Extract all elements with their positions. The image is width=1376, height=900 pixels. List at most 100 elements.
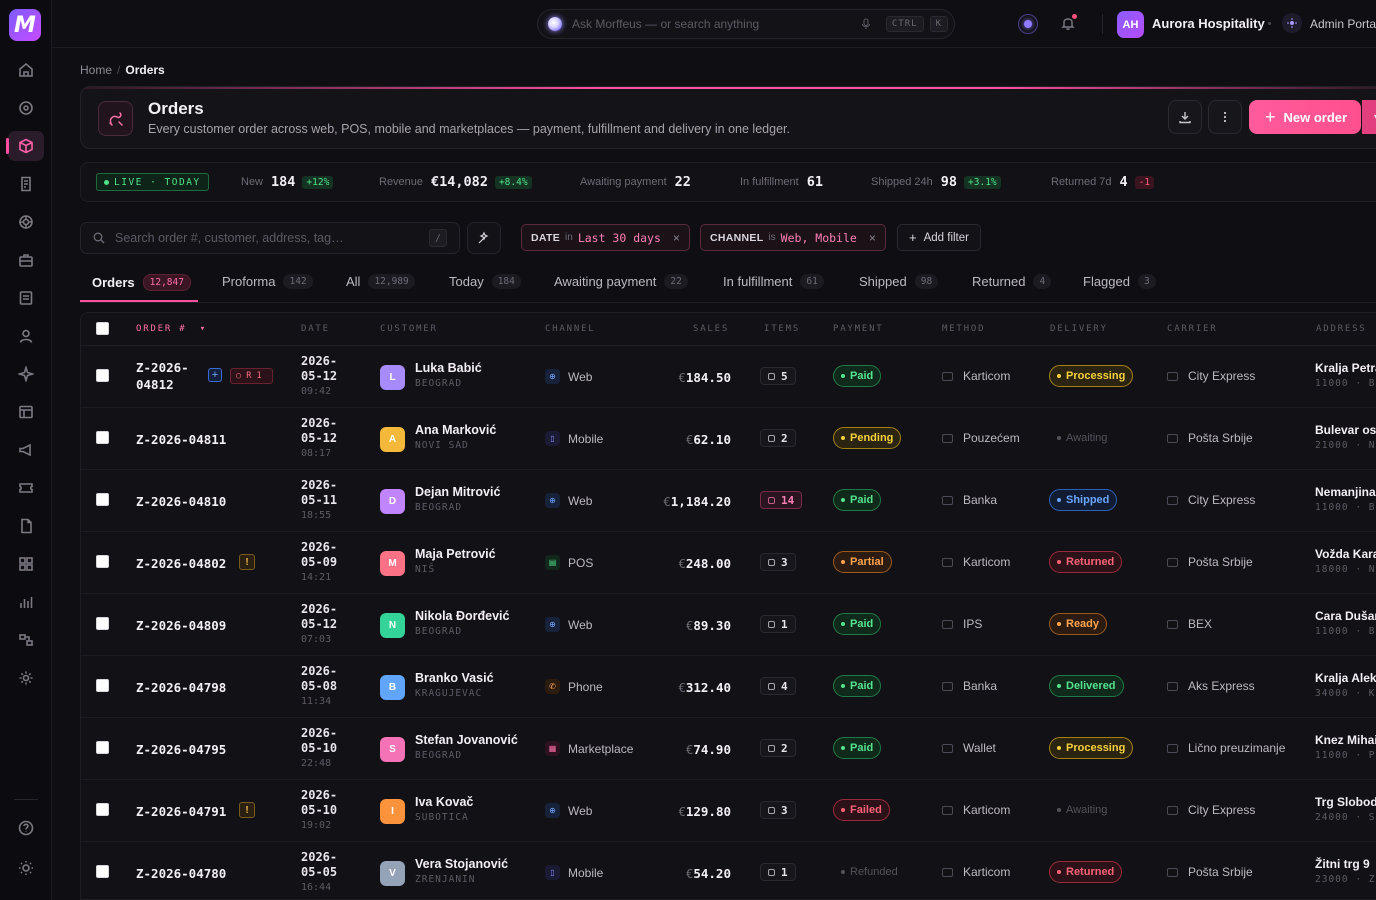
tab-flagged[interactable]: Flagged 3 [1083, 274, 1156, 289]
tab-in-fulfillment[interactable]: In fulfillment 61 [723, 274, 824, 289]
tab-today[interactable]: Today 184 [449, 274, 521, 289]
return-tag[interactable]: ○ R 1 [230, 368, 273, 384]
customer-name[interactable]: Ana Marković [415, 423, 496, 437]
tab-awaiting-payment[interactable]: Awaiting payment 22 [554, 274, 688, 289]
flag-warning-icon[interactable]: ! [239, 554, 255, 570]
breadcrumb-home[interactable]: Home [80, 63, 112, 77]
order-number[interactable]: Z-2026-04809 [136, 618, 226, 633]
add-filter-button[interactable]: + Add filter [897, 224, 981, 251]
column-carrier[interactable]: CARRIER [1167, 324, 1218, 334]
customer-name[interactable]: Vera Stojanović [415, 857, 508, 871]
sidebar-item-integrations[interactable] [8, 625, 44, 655]
row-checkbox[interactable] [96, 431, 109, 444]
tab-proforma[interactable]: Proforma 142 [222, 274, 313, 289]
orders-search[interactable]: Search order #, customer, address, tag… … [80, 222, 460, 254]
new-order-button[interactable]: + New order [1249, 100, 1361, 134]
add-tag-icon[interactable]: + [208, 368, 222, 382]
sidebar-item-analytics[interactable] [8, 587, 44, 617]
order-number[interactable]: Z-2026-04798 [136, 680, 226, 695]
brand-logo[interactable]: M [9, 9, 41, 41]
sidebar-item-marketing[interactable] [8, 435, 44, 465]
row-checkbox[interactable] [96, 741, 109, 754]
customer-name[interactable]: Nikola Đorđević [415, 609, 509, 623]
sidebar-item-customers[interactable] [8, 321, 44, 351]
sidebar-item-invoices[interactable] [8, 169, 44, 199]
filter-chip-date[interactable]: DATE in Last 30 days × [521, 224, 690, 251]
table-row[interactable]: Z-2026-04809 2026-05-12 07:03 N Nikola Đor… [81, 594, 1376, 656]
row-checkbox[interactable] [96, 865, 109, 878]
table-row[interactable]: Z-2026-04802! 2026-05-09 14:21 M Maja Petr… [81, 532, 1376, 594]
sidebar-item-home[interactable] [8, 55, 44, 85]
filter-chip-channel[interactable]: CHANNEL is Web, Mobile × [700, 224, 886, 251]
customer-name[interactable]: Iva Kovač [415, 795, 473, 809]
table-row[interactable]: Z-2026-04791! 2026-05-10 19:02 I Iva Kovač… [81, 780, 1376, 842]
row-checkbox[interactable] [96, 679, 109, 692]
table-row[interactable]: Z-2026-04810 2026-05-11 18:55 D Dejan Mitr… [81, 470, 1376, 532]
table-row[interactable]: Z-2026-04812 + ○ R 1 2026-05-12 09:42 L Luk… [81, 346, 1376, 408]
row-checkbox[interactable] [96, 555, 109, 568]
column-payment[interactable]: PAYMENT [833, 324, 884, 334]
order-number[interactable]: Z-2026-04811 [136, 432, 226, 447]
table-row[interactable]: Z-2026-04780 2026-05-05 16:44 V Vera Stoja… [81, 842, 1376, 899]
row-checkbox[interactable] [96, 493, 109, 506]
column-order[interactable]: ORDER # ▾ [136, 324, 207, 334]
flag-warning-icon[interactable]: ! [239, 802, 255, 818]
sidebar-item-theme[interactable] [8, 853, 44, 883]
tab-returned[interactable]: Returned 4 [972, 274, 1052, 289]
order-number[interactable]: Z-2026-04795 [136, 742, 226, 757]
sidebar-item-promotions[interactable] [8, 473, 44, 503]
tab-shipped[interactable]: Shipped 98 [859, 274, 939, 289]
table-row[interactable]: Z-2026-04811 2026-05-12 08:17 A Ana Markov… [81, 408, 1376, 470]
global-search[interactable]: Ask Morffeus — or search anything CTRL K [537, 9, 955, 39]
sidebar-item-tables[interactable] [8, 397, 44, 427]
close-icon[interactable]: × [869, 231, 876, 245]
table-row[interactable]: Z-2026-04795 2026-05-10 22:48 S Stefan Jov… [81, 718, 1376, 780]
new-order-dropdown[interactable]: ▾ [1362, 100, 1376, 134]
tab-orders[interactable]: Orders 12,847 [92, 274, 191, 291]
sidebar-item-ai[interactable] [8, 359, 44, 389]
column-date[interactable]: DATE [301, 324, 330, 334]
order-number[interactable]: Z-2026-04812 [136, 359, 206, 393]
row-checkbox[interactable] [96, 369, 109, 382]
sidebar-item-help[interactable] [8, 813, 44, 843]
order-number[interactable]: Z-2026-04810 [136, 494, 226, 509]
column-delivery[interactable]: DELIVERY [1050, 324, 1108, 334]
column-items[interactable]: ITEMS [764, 324, 800, 334]
close-icon[interactable]: × [673, 231, 680, 245]
package-icon [768, 620, 775, 628]
column-channel[interactable]: CHANNEL [545, 324, 596, 334]
row-checkbox[interactable] [96, 617, 109, 630]
select-all-checkbox[interactable] [96, 322, 109, 335]
customer-name[interactable]: Branko Vasić [415, 671, 494, 685]
row-checkbox[interactable] [96, 803, 109, 816]
sidebar-item-targets[interactable] [8, 93, 44, 123]
sidebar-item-catalog[interactable] [8, 207, 44, 237]
column-sales[interactable]: SALES [693, 324, 729, 334]
sidebar-item-inventory[interactable] [8, 245, 44, 275]
mic-icon[interactable] [860, 18, 872, 30]
sidebar-item-files[interactable] [8, 511, 44, 541]
more-actions-button[interactable] [1208, 100, 1242, 134]
tab-all[interactable]: All 12,989 [346, 274, 415, 289]
column-customer[interactable]: CUSTOMER [380, 324, 438, 334]
sidebar-item-reports[interactable] [8, 549, 44, 579]
sidebar-item-orders[interactable] [6, 131, 44, 161]
sidebar-item-documents[interactable] [8, 283, 44, 313]
org-avatar[interactable]: AH [1117, 11, 1144, 38]
column-method[interactable]: METHOD [942, 324, 985, 334]
customer-name[interactable]: Luka Babić [415, 361, 482, 375]
customer-name[interactable]: Maja Petrović [415, 547, 496, 561]
column-address[interactable]: ADDRESS [1316, 324, 1367, 334]
export-button[interactable] [1168, 100, 1202, 134]
customer-name[interactable]: Stefan Jovanović [415, 733, 518, 747]
ai-assistant-button[interactable] [1018, 14, 1038, 34]
order-number[interactable]: Z-2026-04791 [136, 804, 226, 819]
portal-switcher[interactable]: Admin Portal [1310, 17, 1376, 31]
ai-filter-button[interactable] [467, 222, 501, 254]
sidebar-item-settings[interactable] [8, 663, 44, 693]
customer-name[interactable]: Dejan Mitrović [415, 485, 500, 499]
org-name[interactable]: Aurora Hospitality [1152, 16, 1265, 31]
order-number[interactable]: Z-2026-04780 [136, 866, 226, 881]
order-number[interactable]: Z-2026-04802 [136, 556, 226, 571]
table-row[interactable]: Z-2026-04798 2026-05-08 11:34 B Branko Vas… [81, 656, 1376, 718]
